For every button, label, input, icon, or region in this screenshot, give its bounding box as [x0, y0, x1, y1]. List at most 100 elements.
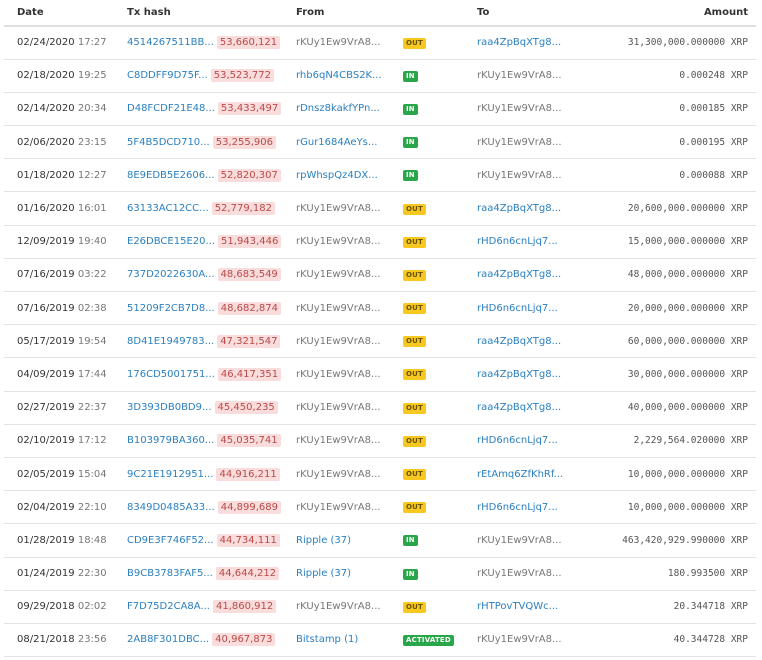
ledger-index-badge[interactable]: 45,035,741 [217, 434, 281, 448]
to-cell: rHD6n6cnLjq7... [477, 291, 612, 326]
tx-hash-link[interactable]: 176CD5001751... [127, 369, 215, 380]
tx-hash-link[interactable]: 8D41E1949783... [127, 336, 214, 347]
to-address[interactable]: raa4ZpBqXTg8... [477, 203, 561, 214]
table-row[interactable]: 09/29/2018 02:02 F7D75D2CA8A... 41,860,912… [4, 590, 756, 624]
ledger-index-badge[interactable]: 45,450,235 [214, 401, 278, 415]
ledger-index-badge[interactable]: 53,660,121 [216, 36, 281, 50]
table-row[interactable]: 02/18/2020 19:25 C8DDFF9D75F... 53,523,772… [4, 59, 756, 93]
ledger-index-badge[interactable]: 44,644,212 [215, 567, 280, 581]
ledger-index-badge[interactable]: 47,321,547 [217, 334, 281, 348]
from-address: rKUy1Ew9VrA8... [296, 435, 381, 447]
table-row[interactable]: 01/18/2020 12:27 8E9EDB5E2606... 52,820,30… [4, 158, 756, 193]
table-row[interactable]: 02/14/2020 20:34 D48FCDF21E48... 53,433,49… [4, 92, 756, 127]
table-row[interactable]: 01/28/2019 18:48 CD9E3F746F52... 44,734,11… [4, 523, 756, 558]
ledger-index-badge[interactable]: 40,967,873 [212, 633, 276, 647]
to-address[interactable]: rHD6n6cnLjq7... [477, 502, 558, 513]
tx-hash-link[interactable]: 5F4B5DCD710... [127, 137, 210, 148]
hash-cell: D48FCDF21E48... 53,433,497 [127, 92, 296, 127]
to-address[interactable]: raa4ZpBqXTg8... [477, 402, 561, 413]
tx-hash-link[interactable]: 63133AC12CC... [127, 203, 209, 214]
tx-hash-link[interactable]: CD9E3F746F52... [127, 535, 214, 546]
table-row[interactable]: 02/24/2020 17:27 4514267511BB... 53,660,12… [4, 26, 756, 60]
from-address[interactable]: rDnsz8kakfYPn... [296, 103, 380, 114]
from-address[interactable]: Ripple (37) [296, 535, 351, 546]
table-row[interactable]: 02/10/2019 17:12 B103979BA360... 45,035,74… [4, 424, 756, 458]
ledger-index-badge[interactable]: 53,255,906 [212, 135, 276, 149]
tx-hash-link[interactable]: 737D2022630A... [127, 269, 215, 280]
table-row[interactable]: 04/09/2019 17:44 176CD5001751... 46,417,35… [4, 357, 756, 392]
ledger-index-badge[interactable]: 53,523,772 [210, 69, 274, 83]
to-address[interactable]: raa4ZpBqXTg8... [477, 269, 561, 280]
tx-hash-link[interactable]: B9CB3783FAF5... [127, 568, 213, 579]
tx-hash-link[interactable]: D48FCDF21E48... [127, 103, 215, 114]
from-address: rKUy1Ew9VrA8... [296, 335, 381, 347]
table-row[interactable]: 02/06/2020 23:15 5F4B5DCD710... 53,255,906… [4, 125, 756, 160]
ledger-index-badge[interactable]: 44,916,211 [216, 467, 280, 481]
tx-time: 22:37 [77, 402, 107, 414]
tx-date: 01/28/2019 [17, 534, 75, 546]
tx-hash-link[interactable]: F7D75D2CA8A... [127, 601, 210, 612]
to-cell: raa4ZpBqXTg8... [477, 26, 612, 60]
table-row[interactable]: 12/09/2019 19:40 E26DBCE15E20... 51,943,44… [4, 225, 756, 259]
from-address[interactable]: Ripple (37) [296, 568, 351, 579]
hash-cell: 4514267511BB... 53,660,121 [127, 26, 296, 60]
to-cell: rKUy1Ew9VrA8... [477, 59, 612, 93]
tx-hash-link[interactable]: 4514267511BB... [127, 37, 214, 48]
to-address[interactable]: rHD6n6cnLjq7... [477, 236, 558, 247]
header-amount[interactable]: Amount [612, 0, 756, 27]
from-address[interactable]: rpWhspQz4DX... [296, 170, 378, 181]
ledger-index-badge[interactable]: 51,943,446 [218, 235, 282, 249]
table-row[interactable]: 08/21/2018 23:56 2AB8F301DBC... 40,967,873… [4, 623, 756, 658]
table-row[interactable]: 02/04/2019 22:10 8349D0485A33... 44,899,68… [4, 490, 756, 525]
ledger-index-badge[interactable]: 44,734,111 [216, 533, 280, 547]
tx-hash-link[interactable]: 8349D0485A33... [127, 502, 215, 513]
table-row[interactable]: 01/16/2020 16:01 63133AC12CC... 52,779,182… [4, 191, 756, 226]
date-cell: 01/24/2019 22:30 [4, 557, 127, 591]
tx-hash-link[interactable]: 2AB8F301DBC... [127, 634, 209, 645]
direction-badge: IN [403, 70, 418, 82]
direction-badge: OUT [403, 269, 427, 281]
table-row[interactable]: 07/16/2019 02:38 51209F2CB7D8... 48,682,87… [4, 291, 756, 326]
tx-hash-link[interactable]: 8E9EDB5E2606... [127, 170, 215, 181]
tx-hash-link[interactable]: 51209F2CB7D8... [127, 303, 215, 314]
ledger-index-badge[interactable]: 52,779,182 [211, 202, 275, 216]
tx-hash-link[interactable]: 3D393DB0BD9... [127, 402, 212, 413]
to-cell: rKUy1Ew9VrA8... [477, 92, 612, 127]
direction-badge: OUT [403, 469, 427, 481]
to-address[interactable]: rHD6n6cnLjq7... [477, 303, 558, 314]
tx-hash-link[interactable]: E26DBCE15E20... [127, 236, 215, 247]
ledger-index-badge[interactable]: 41,860,912 [213, 600, 277, 614]
table-row[interactable]: 02/05/2019 15:04 9C21E1912951... 44,916,21… [4, 457, 756, 492]
from-address[interactable]: rhb6qN4CBS2K... [296, 70, 382, 81]
to-address[interactable]: rEtAmq6ZfKhRf... [477, 469, 563, 480]
to-address[interactable]: rHD6n6cnLjq7... [477, 435, 558, 446]
direction-cell: ACTIVATED [403, 623, 477, 658]
tx-hash-link[interactable]: 9C21E1912951... [127, 469, 213, 480]
ledger-index-badge[interactable]: 48,683,549 [217, 268, 281, 282]
tx-time: 19:40 [77, 236, 107, 248]
direction-badge: ACTIVATED [403, 634, 454, 646]
from-address[interactable]: Bitstamp (1) [296, 634, 358, 645]
header-date[interactable]: Date [4, 0, 127, 27]
table-row[interactable]: 02/27/2019 22:37 3D393DB0BD9... 45,450,235… [4, 391, 756, 425]
table-row[interactable]: 05/17/2019 19:54 8D41E1949783... 47,321,54… [4, 324, 756, 359]
from-address[interactable]: rGur1684AeYs... [296, 137, 377, 148]
to-address[interactable]: raa4ZpBqXTg8... [477, 336, 561, 347]
tx-hash-link[interactable]: B103979BA360... [127, 435, 214, 446]
tx-hash-link[interactable]: C8DDFF9D75F... [127, 70, 208, 81]
ledger-index-badge[interactable]: 48,682,874 [217, 301, 281, 315]
header-to[interactable]: To [477, 0, 612, 27]
table-row[interactable]: 01/24/2019 22:30 B9CB3783FAF5... 44,644,21… [4, 557, 756, 591]
to-address[interactable]: raa4ZpBqXTg8... [477, 369, 561, 380]
header-from[interactable]: From [296, 0, 403, 27]
header-tx-hash[interactable]: Tx hash [127, 0, 296, 27]
from-cell: rKUy1Ew9VrA8... [296, 424, 403, 458]
to-address[interactable]: rHTPovTVQWc... [477, 601, 558, 612]
to-address: rKUy1Ew9VrA8... [477, 136, 562, 148]
ledger-index-badge[interactable]: 44,899,689 [217, 500, 281, 514]
ledger-index-badge[interactable]: 52,820,307 [217, 168, 281, 182]
ledger-index-badge[interactable]: 46,417,351 [217, 367, 282, 381]
to-address[interactable]: raa4ZpBqXTg8... [477, 37, 561, 48]
table-row[interactable]: 07/16/2019 03:22 737D2022630A... 48,683,54… [4, 258, 756, 293]
ledger-index-badge[interactable]: 53,433,497 [217, 102, 282, 116]
